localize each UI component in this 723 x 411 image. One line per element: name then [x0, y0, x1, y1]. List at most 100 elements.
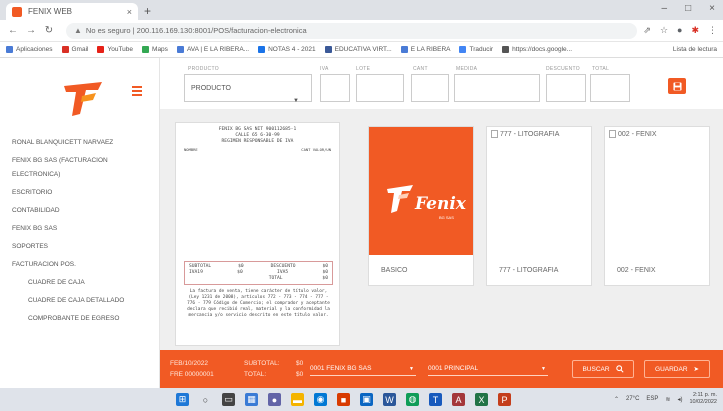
search-button[interactable]: BUSCAR	[572, 360, 634, 378]
bookmark-label: https://docs.google...	[512, 46, 573, 53]
browser-tab[interactable]: FENIX WEB ×	[6, 3, 138, 20]
bookmark-item[interactable]: Maps	[142, 46, 168, 53]
iva-label: IVA	[320, 66, 329, 72]
sidebar-menu-item: ELECTRONICA)	[12, 171, 61, 178]
tab-title: FENIX WEB	[28, 7, 73, 16]
extension-icon[interactable]: ●	[677, 25, 682, 36]
menu-dots-icon[interactable]: ⋮	[708, 25, 717, 36]
clock-date: 10/02/2022	[689, 399, 717, 405]
bookmark-item[interactable]: AVA | E LA RIBERA...	[176, 46, 249, 53]
bookmark-item[interactable]: E LA RIBERA	[400, 46, 450, 53]
warehouse-select-value: 0001 PRINCIPAL	[428, 365, 479, 372]
save-invoice-button[interactable]: GUARDAR ➤	[644, 360, 710, 378]
store-icon[interactable]: ▣	[360, 393, 373, 406]
bookmark-label: Traducir	[469, 46, 494, 53]
clock[interactable]: 2:11 p. m. 10/02/2022	[689, 392, 717, 406]
bookmark-item[interactable]: Aplicaciones	[6, 46, 53, 53]
product-form: PRODUCTO IVA LOTE CANT MEDIDA DESCUENTO …	[160, 58, 723, 110]
teams-icon[interactable]: T	[429, 393, 442, 406]
bookmark-label: YouTube	[107, 46, 134, 53]
sidebar-menu-item[interactable]: FENIX BG SAS	[0, 224, 160, 234]
chrome-icon[interactable]: ◍	[406, 393, 419, 406]
lote-input[interactable]	[356, 74, 404, 102]
receipt-col-qty: CANT VALOR/UN	[301, 147, 331, 152]
chevron-down-icon: ▼	[541, 365, 546, 372]
receipt-header-line: REGIMEN RESPONSABLE DE IVA	[221, 139, 294, 144]
search-taskbar-icon[interactable]: ○	[199, 393, 212, 406]
bookmark-icon	[459, 46, 467, 53]
category-card-basico[interactable]: Fenix BG SAS BASICO	[368, 126, 474, 286]
bookmark-item[interactable]: NOTAS 4 - 2021	[258, 46, 316, 53]
card-logo-text: Fenix	[414, 194, 467, 214]
broken-image-icon	[491, 130, 498, 138]
reading-list-button[interactable]: Lista de lectura	[673, 46, 717, 53]
pos-content-area: FENIX BG SAS NIT 900112685-1 CALLE 65 6-3…	[160, 110, 723, 350]
word-icon[interactable]: W	[383, 393, 396, 406]
subtotal-label: SUBTOTAL:	[244, 360, 280, 367]
star-icon[interactable]: ☆	[660, 25, 668, 36]
weather-temp[interactable]: 27°C	[626, 396, 639, 402]
extension-puzzle-icon[interactable]: ✱	[691, 25, 699, 36]
submenu-item[interactable]: CUADRE DE CAJA DETALLADO	[0, 296, 160, 306]
share-icon[interactable]: ⇗	[643, 25, 651, 36]
lote-label: LOTE	[356, 66, 371, 72]
task-view-icon[interactable]: ▭	[222, 393, 235, 406]
bookmark-icon	[502, 46, 510, 53]
producto-select[interactable]: PRODUCTO ▼	[184, 74, 312, 104]
forward-arrow-icon[interactable]: →	[24, 25, 38, 36]
minimize-button[interactable]: –	[662, 3, 668, 14]
company-select[interactable]: 0001 FENIX BG SAS ▼	[310, 362, 416, 376]
sidebar-menu-item[interactable]: FACTURACION POS.	[0, 260, 160, 270]
sidebar-menu-item[interactable]: SOPORTES	[0, 242, 160, 252]
total-label: TOTAL	[592, 66, 610, 72]
submenu-item[interactable]: CUADRE DE CAJA	[0, 278, 160, 288]
category-card-fenix[interactable]: 002 - FENIX 002 - FENIX	[604, 126, 710, 286]
excel-icon[interactable]: X	[475, 393, 488, 406]
bookmark-item[interactable]: YouTube	[97, 46, 133, 53]
widgets-icon[interactable]: ▦	[245, 393, 258, 406]
wifi-icon[interactable]: ≋	[665, 396, 670, 403]
new-tab-button[interactable]: +	[144, 4, 151, 18]
address-input[interactable]: ▲ No es seguro | 200.116.169.130:8001/PO…	[66, 22, 638, 39]
bookmark-item[interactable]: Gmail	[61, 46, 89, 53]
bookmark-label: NOTAS 4 - 2021	[268, 46, 316, 53]
chevron-down-icon: ▼	[409, 365, 414, 372]
file-explorer-icon[interactable]: ▬	[291, 393, 304, 406]
bookmark-label: Maps	[152, 46, 168, 53]
hamburger-menu-icon[interactable]	[132, 86, 142, 98]
sidebar-menu-item[interactable]: ESCRITORIO	[0, 188, 160, 198]
medida-input[interactable]	[454, 74, 540, 102]
descuento-label: DESCUENTO	[546, 66, 581, 72]
windows-start-icon[interactable]: ⊞	[176, 393, 189, 406]
pos-footer: FEB/10/2022 FRE 00000001 SUBTOTAL: TOTAL…	[160, 350, 723, 388]
warehouse-select[interactable]: 0001 PRINCIPAL ▼	[428, 362, 548, 376]
bookmark-item[interactable]: EDUCATIVA VIRT...	[324, 46, 392, 53]
descuento-input[interactable]	[546, 74, 586, 102]
total-input[interactable]	[590, 74, 630, 102]
chevron-up-icon[interactable]: ⌃	[614, 396, 619, 403]
iva-input[interactable]	[320, 74, 350, 102]
submenu-item[interactable]: COMPROBANTE DE EGRESO	[0, 314, 160, 324]
invoice-date: FEB/10/2022	[170, 360, 208, 367]
bookmark-item[interactable]: https://docs.google...	[502, 46, 572, 53]
category-card-litografia[interactable]: 777 - LITOGRAFIA 777 - LITOGRAFIA	[486, 126, 592, 286]
powerpoint-icon[interactable]: P	[498, 393, 511, 406]
sidebar-menu-item[interactable]: CONTABILIDAD	[0, 206, 160, 216]
bookmark-label: Gmail	[71, 46, 89, 53]
access-icon[interactable]: A	[452, 393, 465, 406]
maximize-button[interactable]: □	[685, 3, 691, 14]
bookmark-item[interactable]: Traducir	[459, 46, 493, 53]
close-tab-icon[interactable]: ×	[127, 7, 132, 17]
save-invoice-label: GUARDAR	[655, 365, 688, 373]
edge-icon[interactable]: ◉	[314, 393, 327, 406]
chat-icon[interactable]: ●	[268, 393, 281, 406]
reload-icon[interactable]: ↻	[42, 25, 56, 36]
save-button[interactable]	[668, 78, 686, 94]
language-indicator[interactable]: ESP	[646, 396, 658, 402]
volume-icon[interactable]: ◂)	[677, 396, 682, 403]
close-window-button[interactable]: ×	[709, 3, 715, 14]
office-icon[interactable]: ■	[337, 393, 350, 406]
cant-input[interactable]	[411, 74, 449, 102]
subtotal-value: $0	[296, 360, 304, 367]
back-arrow-icon[interactable]: ←	[6, 25, 20, 36]
